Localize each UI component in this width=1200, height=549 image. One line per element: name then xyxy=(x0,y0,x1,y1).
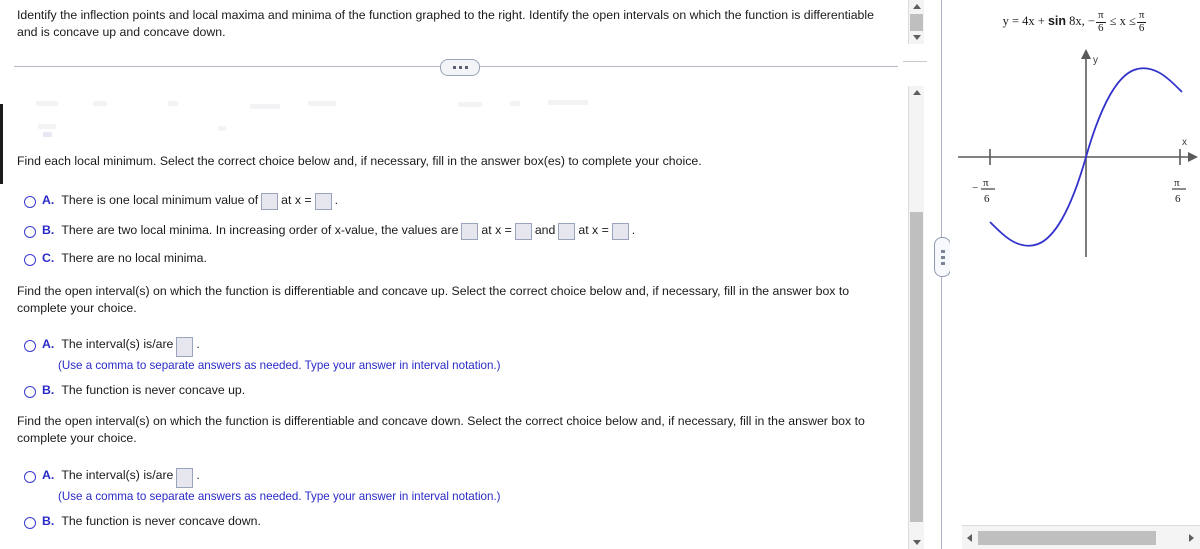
grip-dot xyxy=(940,255,945,259)
scroll-down-icon[interactable] xyxy=(909,31,924,44)
choice-text: There are no local minima. xyxy=(61,251,207,265)
question-prompt-local-minimum: Find each local minimum. Select the corr… xyxy=(17,154,702,168)
vertical-scrollbar-top[interactable] xyxy=(908,0,924,44)
x-axis-arrow xyxy=(1188,152,1198,162)
x-axis-label: x xyxy=(1182,137,1187,148)
svg-text:6: 6 xyxy=(984,193,990,205)
answer-input-box[interactable] xyxy=(176,468,194,488)
choice-letter: C. xyxy=(42,251,55,265)
choice-letter: B. xyxy=(42,514,55,528)
radio-button[interactable] xyxy=(24,340,36,352)
choice-letter: A. xyxy=(42,193,55,207)
choice-text: . xyxy=(631,223,636,237)
choice-letter: B. xyxy=(42,383,55,397)
equation-fraction-right: π6 xyxy=(1136,9,1147,34)
horizontal-scrollbar[interactable] xyxy=(962,525,1200,549)
scroll-up-icon[interactable] xyxy=(909,86,924,99)
ellipsis-horizontal-icon[interactable] xyxy=(440,59,480,76)
scrollbar-thumb[interactable] xyxy=(910,212,923,522)
choice-letter: A. xyxy=(42,337,55,351)
choice-local-minimum-b[interactable]: B. There are two local minima. In increa… xyxy=(24,223,635,240)
radio-button[interactable] xyxy=(24,254,36,266)
choice-letter: B. xyxy=(42,223,55,237)
answer-format-note-concave-down: (Use a comma to separate answers as need… xyxy=(58,490,501,503)
radio-button[interactable] xyxy=(24,386,36,398)
problem-statement: Identify the inflection points and local… xyxy=(17,8,874,39)
ellipsis-dot xyxy=(452,66,456,69)
svg-text:6: 6 xyxy=(1175,193,1181,205)
answer-input-box[interactable] xyxy=(176,337,194,357)
choice-text: The function is never concave down. xyxy=(61,514,261,528)
choice-local-minimum-c[interactable]: C. There are no local minima. xyxy=(24,251,207,266)
scrollbar-thumb[interactable] xyxy=(910,14,923,31)
choice-text: . xyxy=(196,337,200,351)
answer-input-box[interactable] xyxy=(514,223,532,240)
answer-input-box[interactable] xyxy=(611,223,629,240)
equation-relation: ≤ x ≤ xyxy=(1109,13,1136,28)
answer-format-note-concave-up: (Use a comma to separate answers as need… xyxy=(58,359,501,372)
radio-button[interactable] xyxy=(24,196,36,208)
question-prompt-concave-up: Find the open interval(s) on which the f… xyxy=(17,284,850,315)
equation-sin: sin xyxy=(1047,13,1066,28)
choice-concave-down-a[interactable]: A. The interval(s) is/are . xyxy=(24,468,200,488)
choice-text: and xyxy=(534,223,556,237)
choice-text: at x = xyxy=(578,223,609,237)
grip-dot xyxy=(940,261,945,265)
function-graph: y x − π 6 π 6 xyxy=(958,49,1198,257)
equation-arg: 8x, xyxy=(1069,13,1085,28)
equation-lhs: y = 4x + xyxy=(1002,13,1045,28)
choice-text: There is one local minimum value of xyxy=(61,193,259,207)
answer-input-box[interactable] xyxy=(261,193,279,210)
y-axis-arrow xyxy=(1081,49,1091,59)
x-tick-label-right: π 6 xyxy=(1172,177,1186,205)
equation-fraction-left: π6 xyxy=(1095,9,1106,34)
pane-separator-line xyxy=(903,61,927,62)
assignment-screen: Identify the inflection points and local… xyxy=(0,0,1200,549)
ellipsis-dot xyxy=(458,66,462,69)
splitter-grip-icon[interactable] xyxy=(934,237,951,277)
equation-minus: − xyxy=(1087,13,1095,28)
choice-text: The function is never concave up. xyxy=(61,383,246,397)
choice-text: There are two local minima. In increasin… xyxy=(61,223,459,237)
choice-concave-up-b[interactable]: B. The function is never concave up. xyxy=(24,383,245,398)
choice-text: . xyxy=(196,468,200,482)
choice-text: The interval(s) is/are xyxy=(61,337,174,351)
answer-input-box[interactable] xyxy=(461,223,479,240)
section-divider xyxy=(14,59,898,76)
vertical-scrollbar-main[interactable] xyxy=(908,86,924,549)
question-prompt-concave-down: Find the open interval(s) on which the f… xyxy=(17,414,865,445)
scroll-down-icon[interactable] xyxy=(909,536,924,549)
graph-pane: y = 4x + sin 8x, −π6 ≤ x ≤π6 y x − π xyxy=(950,0,1200,549)
graph-equation: y = 4x + sin 8x, − π 6 ≤ x ≤ π 6 xyxy=(950,9,1200,34)
svg-text:π: π xyxy=(1174,177,1180,189)
choice-concave-up-a[interactable]: A. The interval(s) is/are . xyxy=(24,337,200,357)
svg-text:π: π xyxy=(983,177,989,189)
scroll-up-icon[interactable] xyxy=(909,0,924,13)
choice-letter: A. xyxy=(42,468,55,482)
faded-scrolled-content xyxy=(18,96,888,146)
left-edge-marker-secondary xyxy=(0,148,3,184)
choice-text: at x = xyxy=(481,223,512,237)
grip-dot xyxy=(940,249,945,253)
scroll-left-icon[interactable] xyxy=(962,526,976,549)
problem-pane: Identify the inflection points and local… xyxy=(0,0,908,549)
scroll-right-icon[interactable] xyxy=(1184,526,1198,549)
choice-concave-down-b[interactable]: B. The function is never concave down. xyxy=(24,514,261,529)
answer-input-box[interactable] xyxy=(314,193,332,210)
x-tick-label-left: − π 6 xyxy=(972,177,995,205)
answer-input-box[interactable] xyxy=(558,223,576,240)
y-axis-label: y xyxy=(1093,55,1098,66)
choice-local-minimum-a[interactable]: A. There is one local minimum value of a… xyxy=(24,193,338,210)
choice-text: . xyxy=(334,193,338,207)
horizontal-scrollbar-thumb[interactable] xyxy=(978,531,1156,545)
choice-text: The interval(s) is/are xyxy=(61,468,174,482)
choice-text: at x = xyxy=(281,193,312,207)
ellipsis-dot xyxy=(464,66,468,69)
radio-button[interactable] xyxy=(24,517,36,529)
svg-text:−: − xyxy=(972,182,978,194)
radio-button[interactable] xyxy=(24,226,36,238)
radio-button[interactable] xyxy=(24,471,36,483)
